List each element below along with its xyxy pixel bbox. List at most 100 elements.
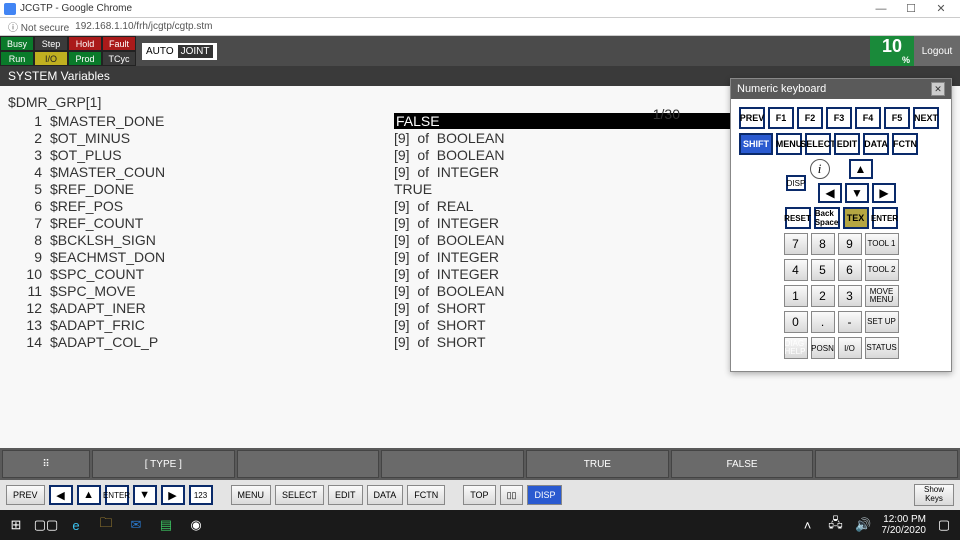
bottom-fctn-button[interactable]: FCTN [407,485,445,505]
start-icon[interactable]: ⊞ [6,515,26,535]
tool2-button[interactable]: TOOL 2 [865,259,899,281]
line-number: 4 [8,164,42,180]
bottom-menu-button[interactable]: MENU [231,485,272,505]
type-button[interactable]: [ TYPE ] [92,450,235,478]
prev-button[interactable]: PREV [739,107,765,129]
clock[interactable]: 12:00 PM 7/20/2020 [882,514,927,536]
numkey-1[interactable]: 1 [784,285,808,307]
arrow-left-button[interactable]: ◀ [818,183,842,203]
bottom-select-button[interactable]: SELECT [275,485,324,505]
arrow-up-button[interactable]: ▲ [849,159,873,179]
shift-button[interactable]: SHIFT [739,133,773,155]
setup-button[interactable]: SET UP [865,311,899,333]
variable-value: [9] of INTEGER [394,249,499,265]
edit-button[interactable]: EDIT [834,133,860,155]
bottom-edit-button[interactable]: EDIT [328,485,363,505]
numpad-row-1: 7 8 9 TOOL 1 [739,233,943,255]
menu-button[interactable]: MENU [776,133,802,155]
softkey-blank-2[interactable] [381,450,524,478]
volume-icon[interactable]: 🔊 [854,515,874,535]
tex-button[interactable]: TEX [843,207,869,229]
softkey-blank-1[interactable] [237,450,380,478]
outlook-icon[interactable]: ✉ [126,515,146,535]
true-button[interactable]: TRUE [526,450,669,478]
variable-name: $EACHMST_DON [50,249,394,265]
enter-button[interactable]: ENTER [872,207,898,229]
f3-button[interactable]: F3 [826,107,852,129]
f5-button[interactable]: F5 [884,107,910,129]
numkey-8[interactable]: 8 [811,233,835,255]
bottom-data-button[interactable]: DATA [367,485,404,505]
numkey-2[interactable]: 2 [811,285,835,307]
disp-mini-button[interactable]: DISP [786,175,806,191]
select-button[interactable]: SELECT [805,133,831,155]
edge-icon[interactable]: e [66,515,86,535]
tray-up-icon[interactable]: ˄ [798,515,818,535]
split-screen-button[interactable]: ▯▯ [500,485,524,505]
arrow-left-icon[interactable]: ◀ [49,485,73,505]
status-button[interactable]: STATUS [865,337,899,359]
arrow-up-icon[interactable]: ▲ [77,485,101,505]
numkey-0[interactable]: 0 [784,311,808,333]
posn-button[interactable]: POSN [811,337,835,359]
url-text[interactable]: 192.168.1.10/frh/jcgtp/cgtp.stm [75,21,212,32]
grid-icon-button[interactable]: ⠿ [2,450,90,478]
show-keys-button[interactable]: Show Keys [914,484,954,506]
logout-button[interactable]: Logout [914,36,960,66]
numkey-6[interactable]: 6 [838,259,862,281]
arrow-down-button[interactable]: ▼ [845,183,869,203]
numeric-keyboard-panel: Numeric keyboard ✕ PREV F1 F2 F3 F4 F5 N… [730,78,952,372]
arrow-right-button[interactable]: ▶ [872,183,896,203]
disp-button[interactable]: DISP [527,485,562,505]
numkey-minus[interactable]: - [838,311,862,333]
top-button[interactable]: TOP [463,485,495,505]
softkey-blank-3[interactable] [815,450,958,478]
numkey-dot[interactable]: . [811,311,835,333]
keypad-icon-button[interactable]: 123 [189,485,213,505]
robot-status-bar: Busy Step Hold Fault Run I/O Prod TCyc A… [0,36,960,66]
numkey-7[interactable]: 7 [784,233,808,255]
next-button[interactable]: NEXT [913,107,939,129]
fctn-button[interactable]: FCTN [892,133,918,155]
security-status[interactable]: ⓘ Not secure [8,19,69,34]
clock-date: 7/20/2020 [882,525,927,536]
close-window-button[interactable]: ✕ [926,2,956,15]
network-icon[interactable]: 🖧 [826,515,846,535]
notifications-icon[interactable]: ▢ [934,515,954,535]
info-icon[interactable]: i [810,159,830,179]
numkey-5[interactable]: 5 [811,259,835,281]
numeric-keyboard-header[interactable]: Numeric keyboard ✕ [731,79,951,99]
numkey-4[interactable]: 4 [784,259,808,281]
enter-icon-button[interactable]: ENTER [105,485,129,505]
io-button[interactable]: I/O [838,337,862,359]
status-fault: Fault [102,36,136,51]
taskview-icon[interactable]: ▢▢ [36,515,56,535]
arrow-right-icon[interactable]: ▶ [161,485,185,505]
data-button[interactable]: DATA [863,133,889,155]
close-icon[interactable]: ✕ [931,82,945,96]
speed-unit: % [902,55,910,65]
f2-button[interactable]: F2 [797,107,823,129]
variable-value: [9] of SHORT [394,317,486,333]
reset-button[interactable]: RESET [785,207,811,229]
movemenu-button[interactable]: MOVE MENU [865,285,899,307]
excel-icon[interactable]: ▤ [156,515,176,535]
tool1-button[interactable]: TOOL 1 [865,233,899,255]
bottom-prev-button[interactable]: PREV [6,485,45,505]
diag-help-button[interactable]: DIAG HELP [784,337,808,359]
f1-button[interactable]: F1 [768,107,794,129]
backspace-button[interactable]: Back Space [814,207,840,229]
arrow-down-icon[interactable]: ▼ [133,485,157,505]
speed-indicator[interactable]: 10 % [870,36,914,66]
numkey-9[interactable]: 9 [838,233,862,255]
variable-value: [9] of SHORT [394,334,486,350]
menu-row: SHIFT MENU SELECT EDIT DATA FCTN [739,133,943,155]
numkey-3[interactable]: 3 [838,285,862,307]
arrow-up-row: i ▲ [739,159,943,179]
false-button[interactable]: FALSE [671,450,814,478]
explorer-icon[interactable]: 🗀 [96,515,116,535]
chrome-taskbar-icon[interactable]: ◉ [186,515,206,535]
minimize-button[interactable]: — [866,3,896,15]
f4-button[interactable]: F4 [855,107,881,129]
maximize-button[interactable]: ☐ [896,2,926,15]
